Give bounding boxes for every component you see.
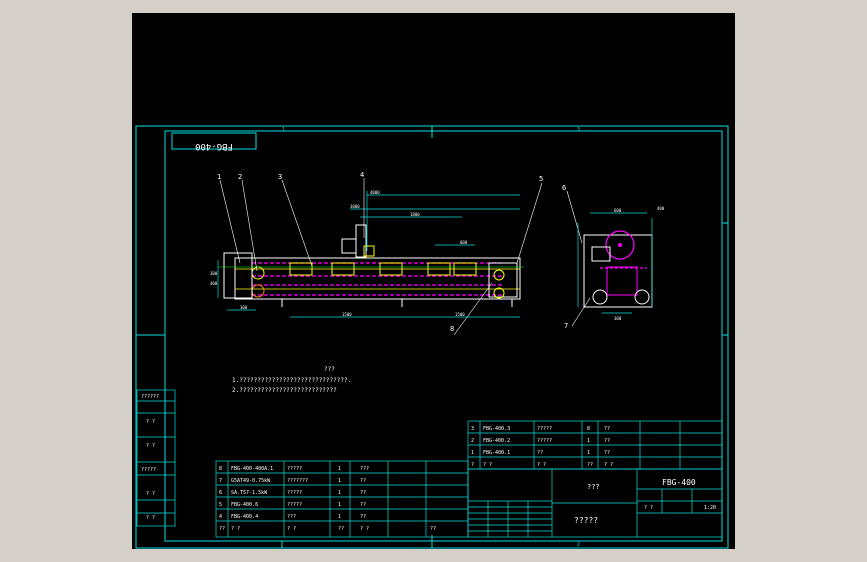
dim-side-right: 400 [657, 206, 665, 211]
dim-bottom-left: 300 [240, 305, 248, 310]
upper-cell-r2-c3: 1 [587, 450, 590, 456]
zone-label-bottom-2: 2 [577, 542, 580, 548]
lower-cell-r5-c5: ?? [430, 526, 436, 532]
upper-cell-r3-c4: ? ? [604, 462, 613, 468]
upper-cell-r2-c4: ?? [604, 450, 610, 456]
upper-cell-r1-c1: FBG-400.2 [483, 438, 510, 444]
front-view [218, 224, 524, 307]
lower-cell-r5-c1: ? ? [231, 526, 240, 532]
lower-cell-r3-c2: ????? [287, 502, 302, 508]
balloon-6: 6 [562, 184, 566, 192]
leader-lines [219, 178, 591, 336]
lower-cell-r5-c4: ? ? [360, 526, 369, 532]
lower-cell-r1-c3: 1 [338, 478, 341, 484]
upper-cell-r0-c3: 8 [587, 426, 590, 432]
lower-cell-r3-c0: 5 [219, 502, 222, 508]
lower-cell-r4-c2: ??? [287, 514, 296, 520]
title-company: ??? [587, 483, 600, 491]
upper-cell-r0-c0: 3 [471, 426, 474, 432]
upper-cell-r2-c0: 1 [471, 450, 474, 456]
title-part-name: ????? [574, 516, 598, 525]
upper-cell-r2-c2: ?? [537, 450, 543, 456]
strip-cell-2: ? ? [146, 419, 155, 425]
lower-cell-r5-c3: ?? [338, 526, 344, 532]
title-scale: 1:20 [704, 505, 716, 511]
upper-cell-r2-c1: FBG-400.1 [483, 450, 510, 456]
balloon-8: 8 [450, 325, 454, 333]
zone-label-top-1: 1 [282, 127, 285, 133]
upper-cell-r0-c2: ????? [537, 426, 552, 432]
lower-cell-r0-c4: ??? [360, 466, 369, 472]
front-view-dimensions [217, 191, 520, 318]
dim-bottom-mid-2: 1500 [455, 312, 465, 317]
strip-cell-6: ? ? [146, 515, 155, 521]
lower-cell-r0-c2: ????? [287, 466, 302, 472]
left-revision-strip [136, 389, 176, 527]
lower-cell-r5-c2: ? ? [287, 526, 296, 532]
upper-cell-r1-c3: 1 [587, 438, 590, 444]
dim-top-inner: 3800 [350, 204, 360, 209]
drawing-viewport[interactable]: 1 3 2 FBG-400 4000 3800 1800 800 300 400… [132, 13, 735, 549]
lower-cell-r2-c1: SA.T57-1.5kW [231, 490, 268, 496]
strip-cell-3: ? ? [146, 443, 155, 449]
cad-drawing: 1 3 2 FBG-400 4000 3800 1800 800 300 400… [135, 125, 729, 549]
lower-cell-r5-c0: ?? [219, 526, 225, 532]
strip-cell-4: ????? [141, 467, 156, 473]
strip-cell-5: ? ? [146, 491, 155, 497]
strip-cell-1: ?????? [141, 394, 159, 400]
lower-cell-r4-c3: 1 [338, 514, 341, 520]
lower-cell-r2-c2: ????? [287, 490, 302, 496]
dim-top-short: 800 [460, 240, 468, 245]
lower-cell-r1-c1: G5AT49-0.75kW [231, 478, 271, 484]
dim-side-width: 600 [614, 208, 622, 213]
zone-label-top-3: 3 [577, 127, 580, 133]
balloon-4: 4 [360, 171, 364, 179]
upper-cell-r0-c4: ?? [604, 426, 610, 432]
lower-cell-r4-c1: FBG-400.4 [231, 514, 258, 520]
lower-cell-r4-c4: ?? [360, 514, 366, 520]
balloon-1: 1 [217, 173, 221, 181]
dim-bottom-mid-1: 1500 [342, 312, 352, 317]
lower-cell-r2-c4: ?? [360, 490, 366, 496]
dim-left-h2: 400 [210, 281, 218, 286]
lower-cell-r0-c1: FBG-400-400A.1 [231, 466, 273, 472]
notes-line-2: 2.??????????????????????????? [232, 387, 337, 394]
upper-cell-r1-c4: ?? [604, 438, 610, 444]
dim-top-overall: 4000 [370, 190, 380, 195]
lower-cell-r0-c3: 1 [338, 466, 341, 472]
notes-line-1: 1.??????????????????????????????. [232, 377, 351, 384]
upper-cell-r3-c0: ? [471, 462, 474, 468]
upper-cell-r3-c1: ? ? [483, 462, 492, 468]
balloon-3: 3 [278, 173, 282, 181]
balloon-2: 2 [238, 173, 242, 181]
lower-cell-r3-c3: 1 [338, 502, 341, 508]
technical-notes: ??? 1.??????????????????????????????. 2.… [232, 366, 351, 394]
notes-heading: ??? [324, 366, 335, 373]
upper-cell-r1-c0: 2 [471, 438, 474, 444]
dim-side-bottom: 300 [614, 316, 622, 321]
upper-cell-r1-c2: ????? [537, 438, 552, 444]
lower-cell-r3-c1: FBG-400.6 [231, 502, 258, 508]
balloon-5: 5 [539, 175, 543, 183]
lower-cell-r4-c0: 4 [219, 514, 222, 520]
balloon-7: 7 [564, 322, 568, 330]
drawing-title-box: FBG-400 [195, 141, 233, 151]
lower-cell-r1-c4: ?? [360, 478, 366, 484]
upper-cell-r3-c3: ?? [587, 462, 593, 468]
lower-cell-r2-c0: 6 [219, 490, 222, 496]
dim-left-h1: 300 [210, 271, 218, 276]
lower-cell-r1-c0: 7 [219, 478, 222, 484]
upper-cell-r3-c2: ? ? [537, 462, 546, 468]
lower-cell-r1-c2: ??????? [287, 478, 308, 484]
title-drawing-no: FBG-400 [662, 478, 696, 487]
title-sheet: ? ? [644, 505, 653, 511]
lower-cell-r3-c4: ?? [360, 502, 366, 508]
side-view [577, 212, 653, 314]
lower-cell-r0-c0: 8 [219, 466, 222, 472]
lower-cell-r2-c3: 1 [338, 490, 341, 496]
dim-top-mid: 1800 [410, 212, 420, 217]
upper-cell-r0-c1: FBG-400.3 [483, 426, 510, 432]
